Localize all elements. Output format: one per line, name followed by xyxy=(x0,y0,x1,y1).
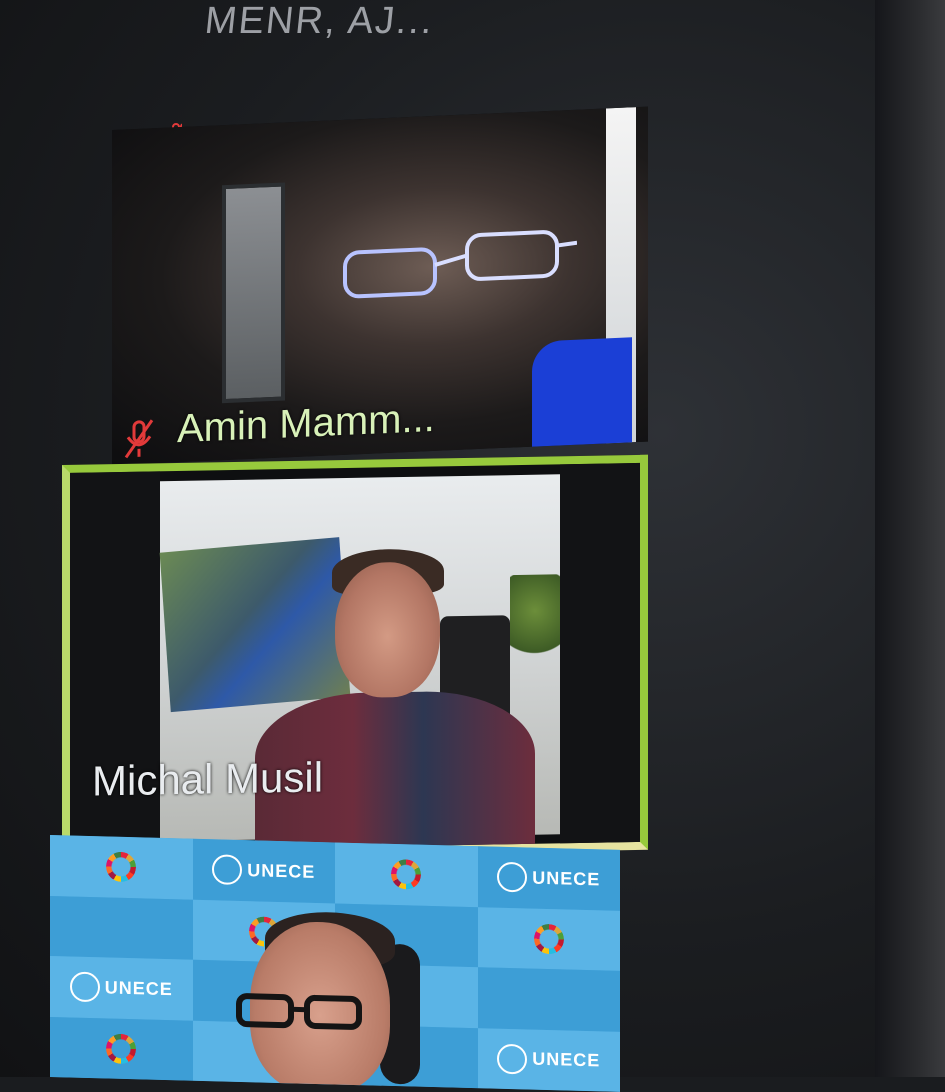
video-gallery-screen: MENR, AJ... Amin Mamm... xyxy=(0,0,945,1077)
un-emblem-icon xyxy=(70,972,100,1003)
participant-name-label: Michal Musil xyxy=(92,753,323,805)
un-emblem-icon xyxy=(497,1043,527,1074)
monitor-bezel xyxy=(875,0,945,1077)
sdg-wheel-icon xyxy=(534,923,564,954)
participant-tile-michal-active-speaker[interactable]: Michal Musil xyxy=(62,455,648,860)
top-participant-name: MENR, AJ... xyxy=(203,0,436,43)
glasses-shape xyxy=(337,225,577,305)
backdrop-cell xyxy=(50,835,193,899)
backdrop-cell: UNECE xyxy=(193,839,336,903)
backdrop-cell xyxy=(478,967,621,1031)
backdrop-brand-text: UNECE xyxy=(532,867,600,890)
backdrop-brand-text: UNECE xyxy=(105,977,173,1000)
backdrop-cell xyxy=(50,1017,193,1081)
participant-tile-unece[interactable]: UNECE UNECE UNECE UNECE xyxy=(50,835,620,1092)
sdg-wheel-icon xyxy=(106,852,136,883)
backdrop-brand-text: UNECE xyxy=(247,860,315,883)
backdrop-cell: UNECE xyxy=(50,956,193,1020)
backdrop-cell xyxy=(478,907,621,971)
background-map-poster xyxy=(160,537,351,712)
backdrop-cell xyxy=(50,896,193,960)
video-letterbox-right xyxy=(560,463,640,844)
backdrop-brand-text: UNECE xyxy=(532,1049,600,1072)
sdg-wheel-icon xyxy=(391,859,421,890)
backdrop-cell: UNECE xyxy=(478,1028,621,1092)
participant-tile-amin[interactable]: Amin Mamm... xyxy=(112,107,648,465)
mic-off-icon xyxy=(122,418,156,459)
background-window xyxy=(222,182,285,403)
backdrop-cell xyxy=(335,842,478,906)
un-emblem-icon xyxy=(212,854,242,885)
sdg-wheel-icon xyxy=(106,1033,136,1064)
participant-face xyxy=(335,561,440,698)
participant-shirt xyxy=(532,337,632,451)
glasses-shape xyxy=(235,990,365,1033)
backdrop-cell: UNECE xyxy=(478,846,621,910)
background-plant xyxy=(510,574,560,665)
un-emblem-icon xyxy=(497,862,527,893)
